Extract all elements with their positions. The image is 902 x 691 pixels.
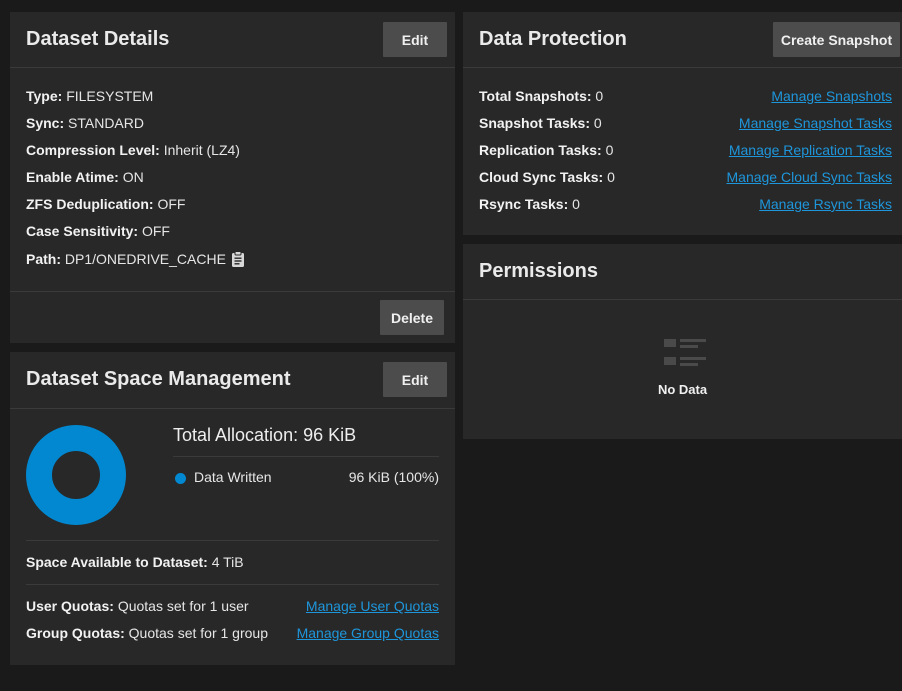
protection-row-snapshot-tasks: Snapshot Tasks: 0 <box>479 115 602 131</box>
dataset-details-card: Dataset Details Edit Type: FILESYSTEM Sy… <box>10 12 455 343</box>
create-snapshot-button[interactable]: Create Snapshot <box>773 22 900 57</box>
detail-row-case: Case Sensitivity: OFF <box>26 223 170 239</box>
list-empty-icon <box>664 337 708 371</box>
dataset-delete-button[interactable]: Delete <box>380 300 444 335</box>
protection-row-cloud-sync: Cloud Sync Tasks: 0 <box>479 169 615 185</box>
no-data-label: No Data <box>657 382 708 397</box>
group-quotas: Group Quotas: Quotas set for 1 group <box>26 625 268 641</box>
permissions-title: Permissions <box>479 260 598 282</box>
details-edit-button[interactable]: Edit <box>383 22 447 57</box>
space-header-divider <box>10 408 455 409</box>
protection-row-snapshots: Total Snapshots: 0 <box>479 88 604 104</box>
manage-snapshot-tasks-link[interactable]: Manage Snapshot Tasks <box>739 115 892 131</box>
details-header-divider <box>10 67 455 68</box>
detail-row-compression: Compression Level: Inherit (LZ4) <box>26 142 240 158</box>
space-divider-1 <box>26 540 439 541</box>
manage-snapshots-link[interactable]: Manage Snapshots <box>771 88 892 104</box>
space-available: Space Available to Dataset: 4 TiB <box>26 554 244 570</box>
dataset-details-title: Dataset Details <box>26 28 170 50</box>
manage-rsync-tasks-link[interactable]: Manage Rsync Tasks <box>759 196 892 212</box>
detail-row-sync: Sync: STANDARD <box>26 115 144 131</box>
space-management-title: Dataset Space Management <box>26 368 291 390</box>
total-allocation: Total Allocation: 96 KiB <box>173 425 357 445</box>
permissions-card: Permissions No Data <box>463 244 902 439</box>
allocation-divider <box>173 456 439 457</box>
protection-header-divider <box>463 67 902 68</box>
manage-cloud-sync-tasks-link[interactable]: Manage Cloud Sync Tasks <box>727 169 893 185</box>
protection-row-rsync: Rsync Tasks: 0 <box>479 196 580 212</box>
detail-row-type: Type: FILESYSTEM <box>26 88 154 104</box>
data-protection-title: Data Protection <box>479 28 627 50</box>
details-footer-divider <box>10 291 455 292</box>
allocation-donut-chart <box>26 425 126 525</box>
data-protection-card: Data Protection Create Snapshot Total Sn… <box>463 12 902 235</box>
detail-row-atime: Enable Atime: ON <box>26 169 144 185</box>
legend-dot <box>175 473 186 484</box>
legend-value: 96 KiB (100%) <box>348 469 439 485</box>
manage-user-quotas-link[interactable]: Manage User Quotas <box>306 598 439 614</box>
space-divider-2 <box>26 584 439 585</box>
permissions-header-divider <box>463 299 902 300</box>
detail-row-dedup: ZFS Deduplication: OFF <box>26 196 186 212</box>
legend-label: Data Written <box>194 469 272 485</box>
manage-group-quotas-link[interactable]: Manage Group Quotas <box>297 625 439 641</box>
detail-row-path: Path: DP1/ONEDRIVE_CACHE <box>26 251 226 267</box>
space-management-card: Dataset Space Management Edit Total Allo… <box>10 352 455 665</box>
space-edit-button[interactable]: Edit <box>383 362 447 397</box>
user-quotas: User Quotas: Quotas set for 1 user <box>26 598 249 614</box>
protection-row-replication: Replication Tasks: 0 <box>479 142 614 158</box>
clipboard-icon[interactable] <box>231 251 245 267</box>
manage-replication-tasks-link[interactable]: Manage Replication Tasks <box>729 142 892 158</box>
